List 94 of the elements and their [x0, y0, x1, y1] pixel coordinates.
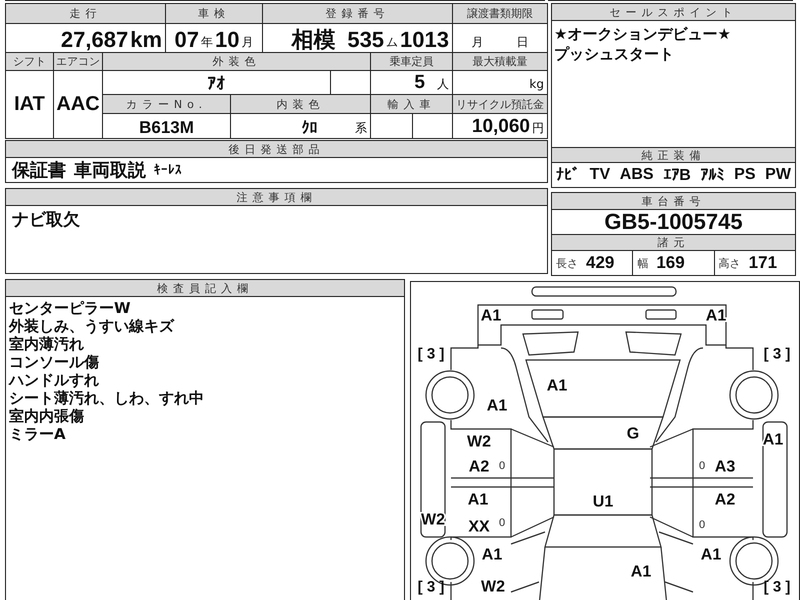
column-header: 外装色	[103, 53, 370, 70]
spec-value: 429	[586, 253, 614, 273]
tread-depth: [ 3 ]	[764, 346, 790, 362]
damage-code: A1	[482, 546, 502, 564]
table-cell: IAT	[6, 71, 53, 138]
column-header: 譲渡書類期限	[453, 4, 547, 23]
damage-code: A1	[630, 564, 652, 580]
column-header: 内装色	[231, 95, 370, 113]
equipment-item: ｱﾙﾐ	[700, 166, 724, 184]
column-header: リサイクル預託金	[453, 95, 547, 113]
inspector-note: ハンドルすれ	[9, 371, 100, 389]
section-header: 諸元	[552, 235, 795, 251]
spec-label: 高さ	[718, 256, 741, 270]
unit: 円	[532, 120, 544, 137]
column-header: 輸入車	[371, 95, 452, 113]
column-header: 乗車定員	[371, 53, 452, 70]
tread-depth: [ 3 ]	[418, 578, 444, 596]
column-header: エアコン	[54, 53, 102, 70]
inspector-note: 室内内張傷	[9, 407, 85, 425]
sales-point-text: ★オークションデビュー★	[554, 25, 732, 43]
plate-number: 1013	[400, 26, 449, 52]
equipment-item: PS	[734, 166, 756, 184]
damage-code: XX	[468, 518, 490, 536]
damage-code: A1	[486, 398, 508, 414]
unit: 月	[472, 34, 484, 51]
unit: 年	[201, 34, 213, 51]
table-cell: AAC	[54, 71, 102, 138]
part-item: ｷｰﾚｽ	[154, 162, 182, 178]
tread-depth: [ 3 ]	[764, 578, 790, 596]
damage-code: A1	[700, 546, 722, 564]
column-header: カラーNo.	[103, 95, 230, 113]
recycle-value: 10,060	[472, 116, 530, 138]
damage-code: U1	[592, 494, 614, 510]
inspector-note: 室内薄汚れ	[9, 335, 85, 353]
month-value: 10	[215, 26, 240, 52]
equipment-item: TV	[590, 166, 610, 184]
unit: 人	[437, 76, 449, 93]
table-cell: kg	[453, 71, 547, 94]
capacity-value: 5	[414, 72, 425, 94]
plate-kana: ム	[386, 34, 398, 51]
color-suffix: 系	[355, 120, 367, 137]
table-cell: ｱｵ	[103, 71, 330, 94]
door-mark: 0	[498, 517, 506, 529]
section-header: 純正装備	[552, 147, 795, 163]
damage-code: A1	[546, 378, 568, 394]
damage-code: W2	[481, 578, 505, 596]
inspector-note: シート薄汚れ、しわ、すれ中	[9, 389, 205, 407]
section-header: 後日発送部品	[6, 141, 547, 158]
section-header: 注意事項欄	[6, 189, 547, 206]
spec-value: 169	[656, 253, 685, 273]
section-header: セールスポイント	[552, 4, 795, 21]
interior-color-value: ｸﾛ	[302, 120, 318, 138]
damage-code: A3	[714, 458, 736, 476]
spec-value: 171	[748, 253, 778, 273]
inspector-note: コンソール傷	[9, 353, 100, 371]
unit: 日	[516, 34, 528, 51]
mileage-value: 27,687	[60, 26, 128, 52]
plate-region: 相模	[291, 26, 336, 52]
table-cell: B613M	[103, 114, 230, 138]
chassis-number: GB5-1005745	[604, 209, 743, 235]
year-value: 07	[174, 26, 199, 52]
damage-code: A2	[714, 492, 736, 508]
note-text: ナビ取欠	[12, 210, 81, 230]
spec-label: 長さ	[556, 256, 578, 270]
sales-point-text: プッシュスタート	[554, 45, 675, 63]
inspector-note: 外装しみ、うすい線キズ	[9, 317, 176, 335]
door-mark: 0	[698, 519, 706, 531]
unit: 月	[241, 34, 254, 51]
equipment-item: PW	[765, 166, 791, 184]
damage-code: A2	[468, 458, 490, 476]
unit: km	[130, 26, 162, 52]
column-header: 車検	[166, 4, 262, 23]
section-header: 検査員記入欄	[6, 280, 404, 297]
section-header: 車台番号	[552, 193, 795, 210]
column-header: シフト	[6, 53, 53, 70]
equipment-item: ﾅﾋﾞ	[556, 166, 580, 184]
tread-depth: [ 3 ]	[418, 346, 444, 362]
column-header: 走行	[6, 4, 165, 23]
part-item: 車両取説	[74, 159, 146, 182]
column-header: 登録番号	[263, 4, 452, 23]
part-item: 保証書	[12, 159, 66, 182]
damage-code: W2	[467, 434, 491, 450]
damage-code: A1	[480, 308, 502, 324]
door-mark: 0	[498, 460, 506, 472]
inspector-note: センターピラーW	[9, 299, 132, 317]
equipment-item: ABS	[620, 166, 654, 184]
damage-code: G	[626, 426, 640, 442]
equipment-item: ｴｱB	[663, 166, 691, 184]
damage-code: A1	[468, 492, 488, 508]
door-mark: 0	[698, 460, 706, 472]
inspector-note: ミラーA	[9, 425, 67, 443]
plate-class: 535	[347, 26, 384, 52]
spec-label: 幅	[637, 256, 648, 270]
column-header: 最大積載量	[453, 53, 547, 70]
